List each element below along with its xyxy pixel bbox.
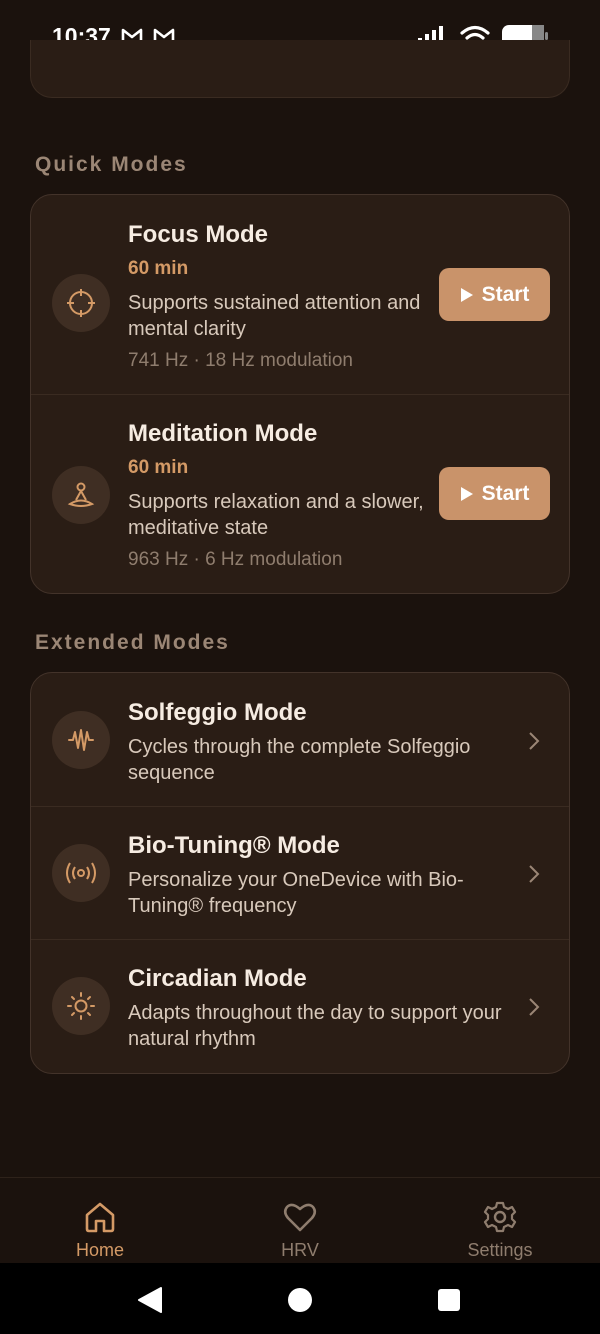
focus-mode-duration: 60 min — [128, 258, 189, 279]
solfeggio-mode-row[interactable]: Solfeggio Mode Cycles through the comple… — [31, 673, 569, 807]
solfeggio-mode-description: Cycles through the complete Solfeggio se… — [128, 736, 471, 784]
chevron-right-icon — [529, 998, 540, 1016]
target-icon — [52, 274, 110, 332]
broadcast-icon — [52, 844, 110, 902]
sun-icon — [52, 977, 110, 1035]
chevron-right-icon — [529, 865, 540, 883]
extended-modes-card: Solfeggio Mode Cycles through the comple… — [30, 672, 570, 1074]
home-circle-icon[interactable] — [287, 1287, 313, 1313]
nav-home-label: Home — [75, 1240, 124, 1260]
meditation-mode-row: Meditation Mode 60 min Supports relaxati… — [31, 395, 569, 593]
meditation-mode-description: Supports relaxation and a slower, medita… — [128, 491, 424, 539]
bio-tuning-mode-row[interactable]: Bio-Tuning® Mode Personalize your OneDev… — [31, 807, 569, 940]
heart-icon — [283, 1203, 317, 1232]
focus-mode-row: Focus Mode 60 min Supports sustained att… — [31, 195, 569, 395]
play-icon — [460, 486, 473, 501]
meditation-start-button[interactable]: Start — [439, 467, 550, 520]
section-title-quick-modes: Quick Modes — [35, 153, 188, 176]
bio-tuning-mode-title: Bio-Tuning® Mode — [128, 832, 340, 859]
circadian-mode-description: Adapts throughout the day to support you… — [128, 1002, 502, 1050]
nav-settings[interactable]: Settings — [430, 1178, 570, 1264]
system-navigation-bar — [0, 1263, 600, 1334]
focus-mode-frequency: 741 Hz · 18 Hz modulation — [128, 350, 353, 371]
play-icon — [460, 287, 473, 302]
quick-modes-card: Focus Mode 60 min Supports sustained att… — [30, 194, 570, 594]
solfeggio-mode-title: Solfeggio Mode — [128, 699, 307, 726]
start-label: Start — [481, 481, 530, 505]
meditation-mode-title: Meditation Mode — [128, 420, 318, 447]
gear-icon — [483, 1201, 517, 1233]
nav-hrv-label: HRV — [281, 1240, 319, 1260]
meditation-mode-frequency: 963 Hz · 6 Hz modulation — [128, 549, 343, 570]
nav-settings-label: Settings — [467, 1240, 533, 1260]
focus-start-button[interactable]: Start — [439, 268, 550, 321]
previous-card — [30, 40, 570, 98]
circadian-mode-row[interactable]: Circadian Mode Adapts throughout the day… — [31, 940, 569, 1073]
meditation-mode-duration: 60 min — [128, 457, 189, 478]
chevron-right-icon — [529, 732, 540, 750]
meditation-icon — [52, 466, 110, 524]
bio-tuning-mode-description: Personalize your OneDevice with Bio-Tuni… — [128, 869, 464, 917]
back-icon[interactable] — [137, 1287, 163, 1313]
start-label: Start — [481, 282, 530, 306]
recents-icon[interactable] — [438, 1289, 460, 1311]
wave-icon — [52, 711, 110, 769]
home-icon — [85, 1202, 115, 1233]
nav-hrv[interactable]: HRV — [230, 1178, 370, 1264]
focus-mode-description: Supports sustained attention and mental … — [128, 292, 421, 340]
nav-home[interactable]: Home — [30, 1178, 170, 1264]
bottom-navigation: Home HRV Settings — [0, 1177, 600, 1264]
circadian-mode-title: Circadian Mode — [128, 965, 307, 992]
focus-mode-title: Focus Mode — [128, 221, 269, 248]
section-title-extended-modes: Extended Modes — [35, 631, 230, 654]
